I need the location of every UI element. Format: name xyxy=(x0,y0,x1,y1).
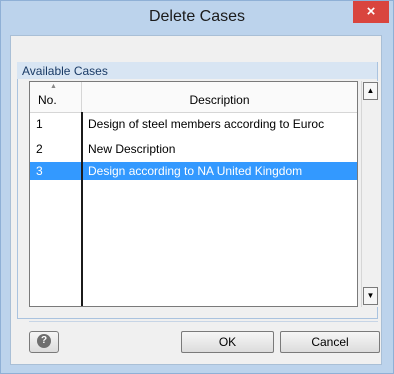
row-description: Design according to NA United Kingdom xyxy=(88,164,303,178)
table-row-selected[interactable]: 3 Design according to NA United Kingdom xyxy=(30,162,357,180)
group-header: Available Cases xyxy=(17,62,377,79)
row-description: Design of steel members according to Eur… xyxy=(88,117,325,131)
column-header-description[interactable]: Description xyxy=(82,82,357,112)
ok-button[interactable]: OK xyxy=(181,331,274,353)
question-circle-icon: ? xyxy=(37,334,51,348)
button-separator xyxy=(29,321,378,322)
title-bar: Delete Cases × xyxy=(1,1,393,31)
row-number: 2 xyxy=(36,142,43,156)
scroll-down-button[interactable]: ▼ xyxy=(363,287,378,305)
group-label: Available Cases xyxy=(22,64,108,78)
column-divider xyxy=(81,112,83,306)
scroll-up-button[interactable]: ▲ xyxy=(363,82,378,100)
cases-table: ▲ No. Description 1 Design of steel memb… xyxy=(29,81,358,307)
dialog-title: Delete Cases xyxy=(148,8,246,25)
cancel-button[interactable]: Cancel xyxy=(280,331,380,353)
row-number: 1 xyxy=(36,117,43,131)
row-number: 3 xyxy=(36,164,43,178)
table-row[interactable]: 2 New Description xyxy=(30,140,357,158)
table-header: ▲ No. Description xyxy=(30,82,357,113)
column-header-no-label: No. xyxy=(38,93,57,107)
scroll-up-arrow-icon: ▲ xyxy=(366,86,375,95)
row-description: New Description xyxy=(88,142,176,156)
table-row[interactable]: 1 Design of steel members according to E… xyxy=(30,115,357,133)
close-icon: × xyxy=(366,3,376,20)
vertical-scrollbar[interactable]: ▲ ▼ xyxy=(361,81,379,307)
scroll-down-arrow-icon: ▼ xyxy=(366,291,375,300)
sort-ascending-icon: ▲ xyxy=(50,83,57,90)
help-button[interactable]: ? xyxy=(29,331,59,353)
column-header-description-label: Description xyxy=(189,93,250,107)
close-button[interactable]: × xyxy=(353,1,389,23)
column-header-no[interactable]: ▲ No. xyxy=(30,82,82,112)
